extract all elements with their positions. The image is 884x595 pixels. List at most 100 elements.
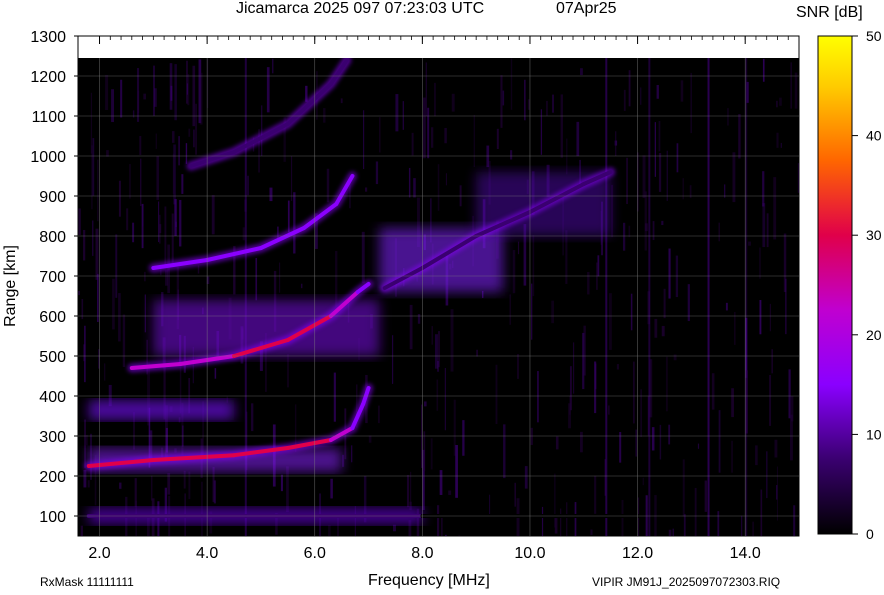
noise-streak xyxy=(437,360,439,372)
noise-streak xyxy=(140,158,142,207)
noise-streak xyxy=(654,318,658,338)
noise-streak xyxy=(95,228,99,280)
noise-streak xyxy=(195,103,197,155)
noise-streak xyxy=(406,474,410,508)
y-tick-label: 400 xyxy=(39,389,66,406)
noise-streak xyxy=(247,175,249,196)
noise-streak xyxy=(509,294,511,325)
noise-streak xyxy=(530,427,533,445)
colorbar xyxy=(817,35,853,535)
noise-streak xyxy=(181,174,184,194)
noise-streak xyxy=(517,241,520,255)
noise-streak xyxy=(186,60,188,104)
noise-streak xyxy=(731,440,733,473)
noise-streak xyxy=(676,143,679,173)
noise-streak xyxy=(80,525,83,536)
noise-streak xyxy=(727,108,729,126)
noise-streak xyxy=(448,490,452,495)
noise-streak xyxy=(188,128,191,137)
noise-streak xyxy=(597,255,600,277)
noise-streak xyxy=(462,420,465,456)
noise-streak xyxy=(97,159,99,222)
noise-streak xyxy=(665,356,668,412)
noise-streak xyxy=(608,293,612,350)
noise-streak xyxy=(126,208,129,231)
noise-streak xyxy=(436,379,439,411)
colorbar-tick-label: 40 xyxy=(866,128,882,144)
noise-streak xyxy=(790,396,794,422)
noise-streak xyxy=(680,80,684,102)
noise-streak xyxy=(172,131,175,143)
noise-streak xyxy=(619,431,622,463)
y-tick-label: 100 xyxy=(39,509,66,526)
noise-streak xyxy=(630,293,633,331)
noise-streak xyxy=(587,272,590,295)
noise-streak xyxy=(434,82,436,117)
noise-streak xyxy=(748,241,751,246)
noise-streak xyxy=(430,438,433,470)
ionogram-chart: 2.0 4.0 6.0 8.0 10.0 12.0 14.01002003004005006… xyxy=(2,28,882,562)
noise-streak xyxy=(532,235,535,297)
noise-streak xyxy=(687,284,690,322)
noise-streak xyxy=(594,475,597,514)
noise-streak xyxy=(451,93,455,112)
noise-streak xyxy=(266,67,270,113)
noise-streak xyxy=(174,64,177,121)
noise-streak xyxy=(132,110,135,118)
noise-streak xyxy=(115,234,118,298)
noise-streak xyxy=(673,354,677,361)
noise-streak xyxy=(734,311,736,345)
noise-streak xyxy=(391,335,394,384)
noise-streak xyxy=(637,497,640,536)
noise-streak xyxy=(340,98,343,104)
noise-streak xyxy=(652,221,655,241)
noise-streak xyxy=(769,375,772,426)
noise-streak xyxy=(704,480,708,512)
noise-streak xyxy=(291,156,293,201)
noise-streak xyxy=(129,164,131,199)
noise-streak xyxy=(409,304,413,350)
noise-streak xyxy=(78,208,81,235)
noise-streak xyxy=(158,224,162,234)
noise-streak xyxy=(342,454,345,467)
noise-streak xyxy=(566,138,568,175)
noise-streak xyxy=(286,466,289,513)
noise-streak xyxy=(531,283,533,340)
noise-streak xyxy=(323,108,326,123)
noise-streak xyxy=(120,79,123,118)
noise-streak xyxy=(87,480,90,488)
noise-streak xyxy=(417,314,421,324)
noise-streak xyxy=(427,107,430,159)
noise-streak xyxy=(718,410,721,473)
noise-streak xyxy=(423,431,426,471)
noise-streak xyxy=(378,117,381,153)
noise-streak xyxy=(293,192,296,254)
noise-streak xyxy=(560,94,563,158)
noise-streak xyxy=(668,424,671,445)
noise-streak xyxy=(351,445,353,463)
y-tick-label: 500 xyxy=(39,349,66,366)
noise-streak xyxy=(626,157,628,205)
noise-streak xyxy=(510,58,513,110)
noise-streak xyxy=(552,94,555,113)
y-tick-label: 1000 xyxy=(30,149,66,166)
noise-streak xyxy=(623,89,626,111)
noise-streak xyxy=(496,128,499,150)
noise-streak xyxy=(104,363,106,381)
noise-streak xyxy=(738,114,741,159)
noise-streak xyxy=(628,70,631,107)
noise-streak xyxy=(144,294,146,333)
noise-streak xyxy=(755,445,758,466)
noise-streak xyxy=(517,353,519,379)
y-tick-label: 1200 xyxy=(30,69,66,86)
noise-streak xyxy=(569,366,572,411)
noise-streak xyxy=(766,451,768,499)
noise-streak xyxy=(286,354,290,388)
noise-streak xyxy=(328,525,331,536)
noise-streak xyxy=(364,187,368,192)
y-tick-label: 600 xyxy=(39,309,66,326)
noise-streak xyxy=(573,342,575,394)
noise-streak xyxy=(242,227,245,241)
noise-streak xyxy=(502,90,505,106)
noise-streak xyxy=(608,405,610,415)
